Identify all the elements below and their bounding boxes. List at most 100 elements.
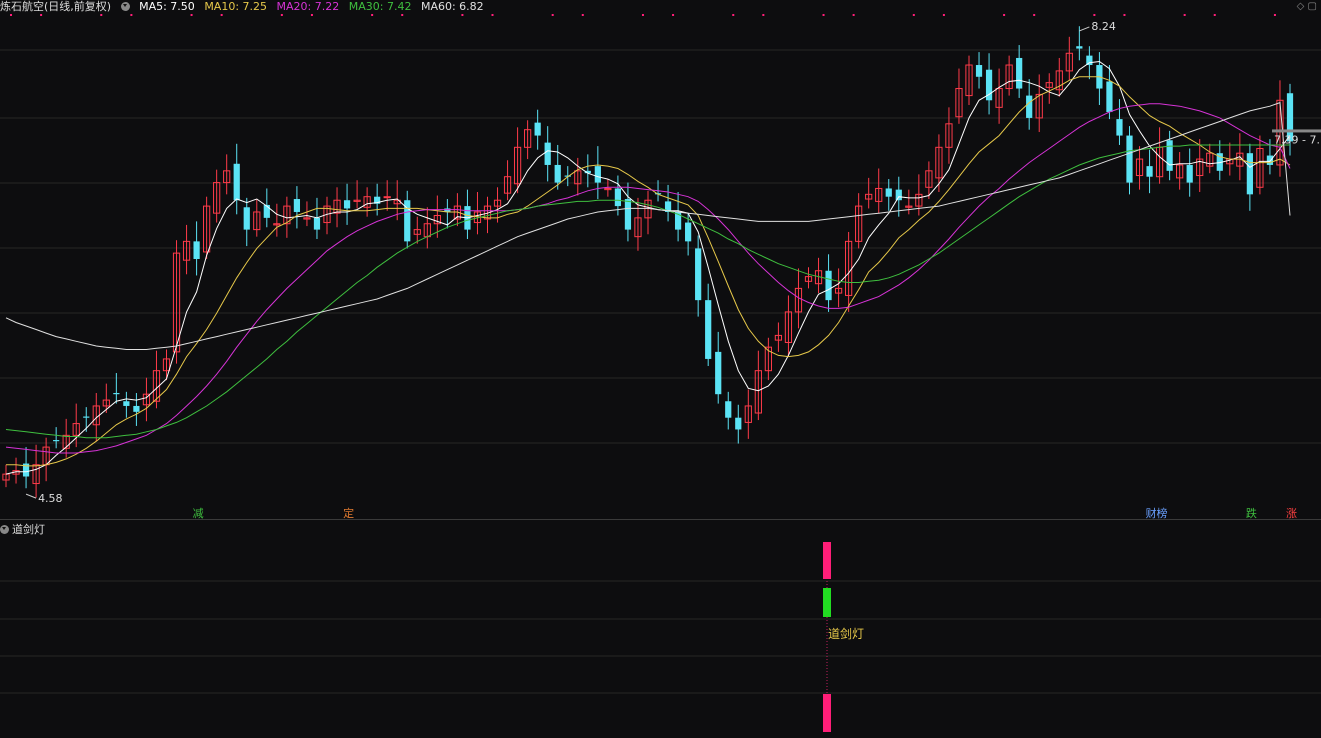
window-icons: ◇ ▢ [1297, 1, 1317, 12]
signal-bar-pink-bottom [823, 694, 831, 732]
signal-dot [100, 14, 103, 16]
ma-line-ma5 [5, 60, 1291, 475]
candle-down [895, 189, 902, 201]
diamond-icon[interactable]: ◇ [1297, 1, 1305, 12]
signal-dot [1033, 14, 1036, 16]
candle-up [383, 196, 391, 199]
signal-dot [551, 14, 554, 16]
ma-line-ma10 [6, 76, 1291, 467]
signal-dot [1003, 14, 1006, 16]
signal-dot [491, 14, 494, 16]
candlestick-chart: 8.24 4.58 7.39 - 7. 减 定 财榜 跌 涨 [0, 14, 1321, 520]
candle-down [1186, 164, 1193, 183]
signal-dot [852, 14, 855, 16]
ma5-label: MA5: 7.50 [139, 0, 195, 13]
candle-down [624, 199, 632, 230]
candle-down [885, 188, 892, 197]
signal-dot [1213, 14, 1216, 16]
signal-dot [220, 14, 223, 16]
candle-down [715, 351, 722, 395]
event-tag: 定 [343, 506, 354, 520]
high-pointer [1079, 26, 1090, 32]
signal-dot [40, 14, 43, 16]
candle-down [614, 188, 622, 207]
candle-down [705, 300, 712, 359]
signal-dot [10, 14, 12, 16]
candle-down [313, 217, 321, 230]
signal-dot [762, 14, 765, 16]
current-price-bar [1272, 129, 1321, 133]
event-tag: 涨 [1286, 507, 1297, 520]
ma30-label: MA30: 7.42 [348, 0, 412, 13]
signal-dot [581, 14, 584, 16]
candle-down [825, 270, 832, 301]
signal-dot [310, 14, 313, 16]
signal-dot [371, 14, 374, 16]
candle-down [1246, 153, 1253, 195]
candle-down [1166, 140, 1173, 171]
signal-dot [190, 14, 193, 16]
candle-down [554, 164, 561, 183]
ma10-label: MA10: 7.25 [204, 0, 268, 13]
signal-dot [822, 14, 825, 16]
low-pointer [25, 493, 37, 499]
signal-dot [912, 14, 915, 16]
candle-down [53, 440, 60, 442]
candle-down [343, 200, 351, 209]
candle-down [1076, 46, 1083, 49]
candle-down [1026, 95, 1033, 118]
ma20-label: MA20: 7.22 [276, 0, 340, 13]
candle-down [1106, 81, 1113, 113]
indicator-chart: 道剑灯 [0, 542, 1321, 732]
candle-down [534, 122, 541, 136]
settings-dropdown-icon[interactable] [120, 2, 130, 11]
main-price-chart[interactable]: 8.24 4.58 7.39 - 7. 减 定 财榜 跌 涨 炼石航空(日线,前复权) MA5… [0, 0, 1321, 520]
candle-down [1266, 155, 1274, 165]
candle-down [735, 417, 742, 430]
restore-icon[interactable]: ▢ [1308, 1, 1317, 12]
candle-down [193, 241, 200, 259]
chart-title: 炼石航空(日线,前复权) [0, 0, 112, 13]
signal-dot [1093, 14, 1096, 16]
candle-down [133, 405, 140, 412]
candle-down [263, 204, 270, 218]
signal-dot [461, 14, 464, 16]
signal-label: 道剑灯 [828, 626, 864, 641]
candle-down [113, 393, 120, 395]
ma60-label: MA60: 6.82 [420, 0, 484, 13]
high-price-label: 8.24 [1091, 20, 1116, 33]
event-tag: 跌 [1246, 506, 1257, 520]
candle-down [695, 248, 702, 301]
candle-down [685, 222, 692, 242]
signal-dot [732, 14, 735, 16]
signal-dot [1273, 14, 1276, 16]
low-price-label: 4.58 [38, 492, 63, 505]
signal-dot [672, 14, 675, 16]
signal-dot [130, 14, 133, 16]
candle-down [1086, 55, 1093, 66]
current-price-label: 7.39 - 7. [1274, 133, 1320, 146]
candle-down [233, 163, 240, 201]
indicator-panel[interactable]: 道剑灯 [0, 521, 1321, 734]
event-tag: 减 [193, 507, 204, 520]
signal-dot [1123, 14, 1126, 16]
signal-bar-pink-top [823, 542, 831, 579]
candle-down [594, 166, 601, 183]
candle-down [123, 401, 130, 406]
candle-down [243, 207, 250, 230]
signal-dot [641, 14, 644, 16]
signal-dot [280, 14, 283, 16]
candle-down [544, 142, 551, 165]
signal-dot [401, 14, 404, 16]
chart-legend: 炼石航空(日线,前复权) MA5: 7.50 MA10: 7.25 MA20: … [0, 0, 490, 14]
candle-down [725, 401, 732, 418]
candle-down [293, 199, 301, 212]
candle-down [83, 416, 90, 418]
event-tag: 财榜 [1146, 506, 1168, 520]
candle-down [1126, 135, 1133, 183]
signal-dot [942, 14, 945, 16]
candle-down [1016, 57, 1023, 89]
candle-down [975, 65, 983, 77]
signal-dot [1183, 14, 1186, 16]
ma-line-ma20 [5, 103, 1291, 454]
